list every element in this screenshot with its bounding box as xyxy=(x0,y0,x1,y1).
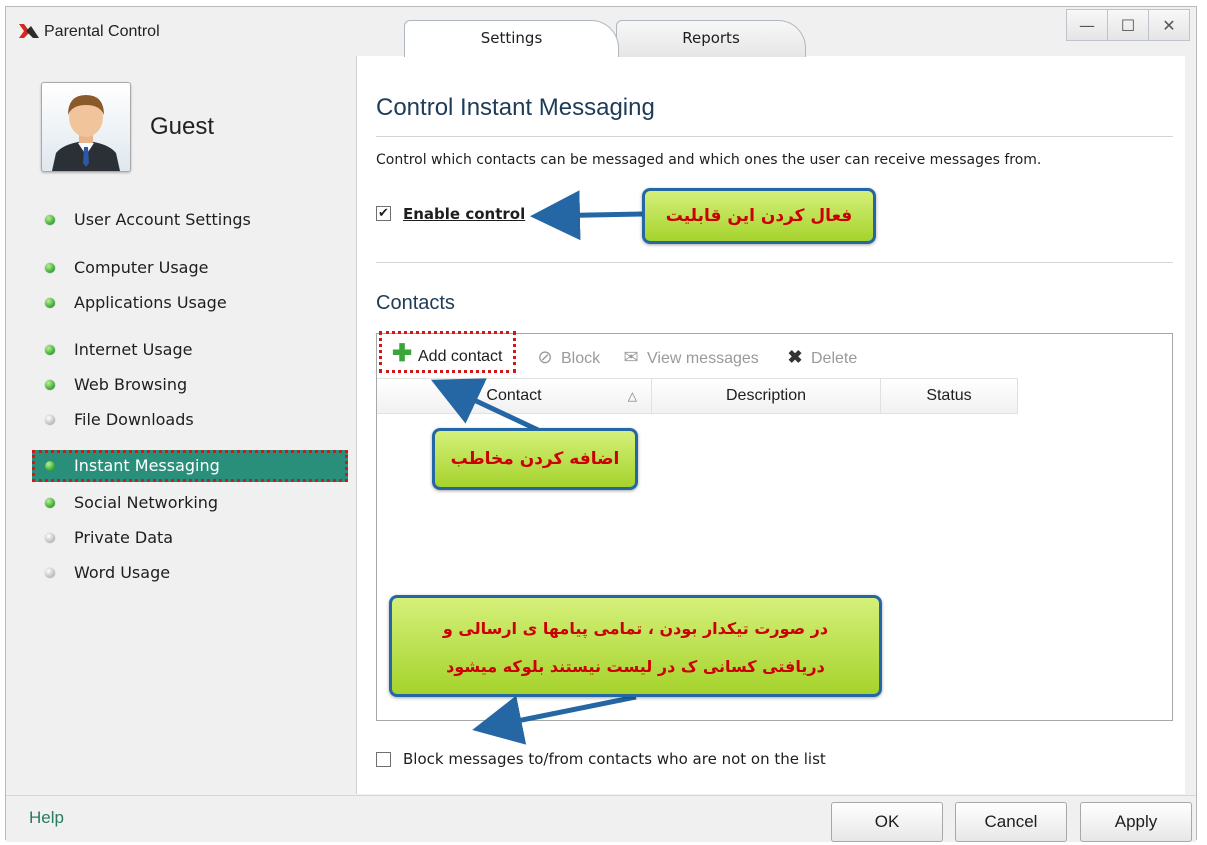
sidebar-item-user-account-settings[interactable]: User Account Settings xyxy=(32,204,348,236)
sidebar-item-label: Computer Usage xyxy=(74,258,209,277)
annotation-add-contact: اضافه کردن مخاطب xyxy=(432,428,638,490)
footer-bar: Help OK Cancel Apply xyxy=(6,795,1196,842)
user-name: Guest xyxy=(150,113,215,140)
annotation-block-line-2: دریافتی کسانی ک در لیست نیستند بلوکه میش… xyxy=(446,657,825,676)
status-on-icon xyxy=(45,298,55,308)
page-title: Control Instant Messaging xyxy=(376,94,655,121)
divider xyxy=(376,136,1173,137)
window-title: Parental Control xyxy=(44,23,160,40)
sidebar-item-label: File Downloads xyxy=(74,410,194,429)
sidebar-item-label: Applications Usage xyxy=(74,293,227,312)
status-on-icon xyxy=(45,263,55,273)
sidebar-item-label: Web Browsing xyxy=(74,375,188,394)
sidebar-item-applications-usage[interactable]: Applications Usage xyxy=(32,287,348,319)
block-label: Block xyxy=(561,350,601,367)
tab-reports[interactable]: Reports xyxy=(616,20,806,57)
page-description: Control which contacts can be messaged a… xyxy=(376,152,1042,168)
column-header-description[interactable]: Description xyxy=(652,379,881,413)
sidebar-item-social-networking[interactable]: Social Networking xyxy=(32,487,348,519)
column-header-contact-label: Contact xyxy=(486,387,542,404)
add-contact-label: Add contact xyxy=(418,348,503,365)
sidebar-item-word-usage[interactable]: Word Usage xyxy=(32,557,348,589)
sidebar-item-computer-usage[interactable]: Computer Usage xyxy=(32,252,348,284)
block-icon: ⊘ xyxy=(537,347,553,367)
annotation-block-line-1: در صورت تیکدار بودن ، تمامی پیامها ی ارس… xyxy=(442,619,829,638)
ok-button[interactable]: OK xyxy=(831,802,943,842)
cancel-button[interactable]: Cancel xyxy=(955,802,1067,842)
sidebar-item-file-downloads[interactable]: File Downloads xyxy=(32,404,348,436)
status-on-icon xyxy=(45,345,55,355)
sidebar: Guest User Account Settings Computer Usa… xyxy=(20,56,357,794)
contacts-toolbar: ✚ Add contact ⊘ Block ✉ View messages ✖ Dele… xyxy=(377,331,1172,378)
block-unlisted-text: Block messages to/from contacts who are … xyxy=(403,750,826,768)
apply-button[interactable]: Apply xyxy=(1080,802,1192,842)
status-on-icon xyxy=(45,498,55,508)
sidebar-item-label: User Account Settings xyxy=(74,210,251,229)
sidebar-item-instant-messaging[interactable]: Instant Messaging xyxy=(32,450,348,482)
title-bar: Parental Control Reports Settings — ☐ ✕ xyxy=(6,7,1196,57)
status-off-icon xyxy=(45,533,55,543)
column-header-status[interactable]: Status xyxy=(881,379,1018,413)
contacts-section-title: Contacts xyxy=(376,292,455,314)
close-button[interactable]: ✕ xyxy=(1148,9,1190,41)
status-on-icon xyxy=(45,380,55,390)
envelope-icon: ✉ xyxy=(623,347,639,367)
help-link[interactable]: Help xyxy=(29,808,64,828)
enable-control-text: Enable control xyxy=(403,205,526,223)
view-messages-button[interactable]: ✉ View messages xyxy=(621,334,759,378)
sidebar-item-label: Internet Usage xyxy=(74,340,193,359)
maximize-button[interactable]: ☐ xyxy=(1107,9,1149,41)
plus-icon: ✚ xyxy=(392,340,413,367)
sort-ascending-icon: △ xyxy=(627,389,637,403)
delete-x-icon: ✖ xyxy=(787,347,803,367)
status-on-icon xyxy=(45,215,55,225)
sidebar-item-label: Social Networking xyxy=(74,493,219,512)
delete-button[interactable]: ✖ Delete xyxy=(785,334,857,378)
status-off-icon xyxy=(45,415,55,425)
user-avatar-icon xyxy=(52,95,120,171)
tab-settings[interactable]: Settings xyxy=(404,20,619,57)
divider xyxy=(376,262,1173,263)
status-on-icon xyxy=(45,461,55,471)
enable-control-label[interactable]: Enable control xyxy=(403,205,525,223)
parental-control-window: Parental Control Reports Settings — ☐ ✕ … xyxy=(5,6,1197,842)
block-button[interactable]: ⊘ Block xyxy=(535,334,600,378)
contacts-grid-header: Contact △ Description Status xyxy=(377,378,1018,414)
sidebar-item-label: Instant Messaging xyxy=(74,456,220,475)
sidebar-item-private-data[interactable]: Private Data xyxy=(32,522,348,554)
block-unlisted-label[interactable]: Block messages to/from contacts who are … xyxy=(403,750,826,768)
annotation-block-unlisted: در صورت تیکدار بودن ، تمامی پیامها ی ارس… xyxy=(389,595,882,697)
delete-label: Delete xyxy=(811,350,858,367)
enable-control-checkbox[interactable]: ✔ xyxy=(376,206,391,221)
sidebar-item-label: Word Usage xyxy=(74,563,171,582)
annotation-enable-control: فعال کردن این قابلیت xyxy=(642,188,876,244)
sidebar-item-web-browsing[interactable]: Web Browsing xyxy=(32,369,348,401)
kaspersky-logo-icon xyxy=(19,24,39,38)
column-header-contact[interactable]: Contact △ xyxy=(377,379,652,413)
sidebar-item-label: Private Data xyxy=(74,528,174,547)
window-controls: — ☐ ✕ xyxy=(1066,9,1190,41)
avatar[interactable] xyxy=(41,82,131,172)
sidebar-item-internet-usage[interactable]: Internet Usage xyxy=(32,334,348,366)
status-off-icon xyxy=(45,568,55,578)
view-messages-label: View messages xyxy=(647,350,759,367)
block-unlisted-checkbox[interactable] xyxy=(376,752,391,767)
add-contact-button[interactable]: ✚ Add contact xyxy=(379,331,516,373)
minimize-button[interactable]: — xyxy=(1066,9,1108,41)
